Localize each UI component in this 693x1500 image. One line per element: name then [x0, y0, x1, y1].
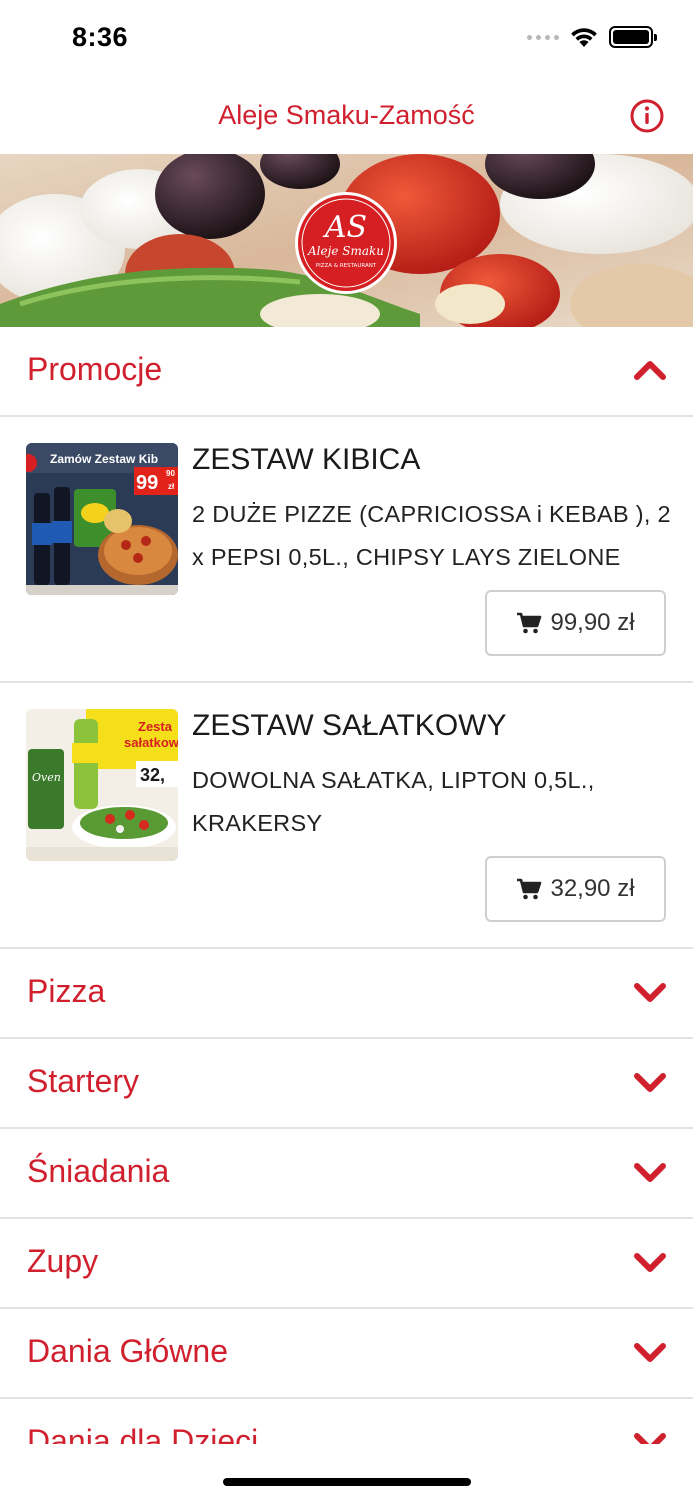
wifi-icon [571, 28, 597, 47]
section-title: Śniadania [27, 1153, 170, 1189]
section-title: Startery [27, 1063, 140, 1099]
promo-thumb-price: 99 [136, 472, 158, 494]
chevron-down-icon [634, 983, 666, 1002]
promo-item[interactable]: Zamów Zestaw Kib 99 90 zł ZESTAW KIBICA … [0, 417, 693, 683]
section-header-startery[interactable]: Startery [0, 1039, 693, 1129]
svg-text:Oven: Oven [32, 771, 61, 784]
chevron-down-icon [634, 1163, 666, 1182]
cart-icon [517, 878, 542, 900]
promo-image: Zesta sałatkow 32, Oven [26, 709, 178, 861]
promo-thumb-text: Zesta [138, 719, 173, 734]
promo-thumb-text: Zamów Zestaw Kib [50, 452, 158, 466]
promo-item[interactable]: Zesta sałatkow 32, Oven ZESTAW SAŁATKOWY… [0, 683, 693, 949]
status-icons [527, 26, 657, 48]
add-to-cart-button[interactable]: 99,90 zł [485, 590, 666, 656]
price-label: 32,90 zł [550, 875, 635, 902]
cart-icon [517, 612, 542, 634]
section-title: Promocje [27, 351, 163, 387]
logo-letters: AS [322, 210, 367, 245]
promo-description: 2 DUŻE PIZZE (CAPRICIOSSA i KEBAB ), 2 x… [192, 501, 671, 570]
promo-name: ZESTAW KIBICA [192, 443, 421, 476]
chevron-down-icon [634, 1073, 666, 1092]
promo-name: ZESTAW SAŁATKOWY [192, 709, 507, 742]
section-header-sniadania[interactable]: Śniadania [0, 1129, 693, 1219]
chevron-down-icon [634, 1253, 666, 1272]
svg-text:90: 90 [166, 469, 175, 478]
info-icon[interactable] [629, 98, 665, 134]
page-title: Aleje Smaku-Zamość [218, 100, 475, 130]
section-header-zupy[interactable]: Zupy [0, 1219, 693, 1309]
logo-name: Aleje Smaku [307, 244, 384, 258]
nav-header: Aleje Smaku-Zamość [0, 80, 693, 154]
price-label: 99,90 zł [550, 609, 635, 636]
chevron-down-icon [634, 1343, 666, 1362]
restaurant-banner: AS Aleje Smaku PIZZA & RESTAURANT [0, 154, 693, 327]
logo-tagline: PIZZA & RESTAURANT [316, 263, 377, 269]
add-to-cart-button[interactable]: 32,90 zł [485, 856, 666, 922]
section-header-pizza[interactable]: Pizza [0, 949, 693, 1039]
status-bar: 8:36 [0, 0, 693, 80]
section-header-dania-glowne[interactable]: Dania Główne [0, 1309, 693, 1399]
home-indicator[interactable] [223, 1478, 471, 1486]
section-title: Dania Główne [27, 1333, 228, 1369]
chevron-up-icon [634, 361, 666, 380]
promo-thumb-price: 32, [140, 765, 165, 785]
bottom-safe-area [0, 1444, 693, 1500]
status-time: 8:36 [72, 22, 129, 52]
promo-description: DOWOLNA SAŁATKA, LIPTON 0,5L., KRAKERSY [192, 767, 595, 836]
section-title: Pizza [27, 973, 106, 1009]
battery-icon [609, 26, 657, 48]
section-header-promocje[interactable]: Promocje [0, 327, 693, 417]
promo-image: Zamów Zestaw Kib 99 90 zł [26, 443, 178, 595]
svg-text:zł: zł [168, 482, 175, 491]
cellular-signal-icon [527, 34, 559, 40]
svg-text:sałatkow: sałatkow [124, 735, 178, 750]
restaurant-logo: AS Aleje Smaku PIZZA & RESTAURANT [295, 192, 397, 294]
section-title: Zupy [27, 1243, 99, 1279]
